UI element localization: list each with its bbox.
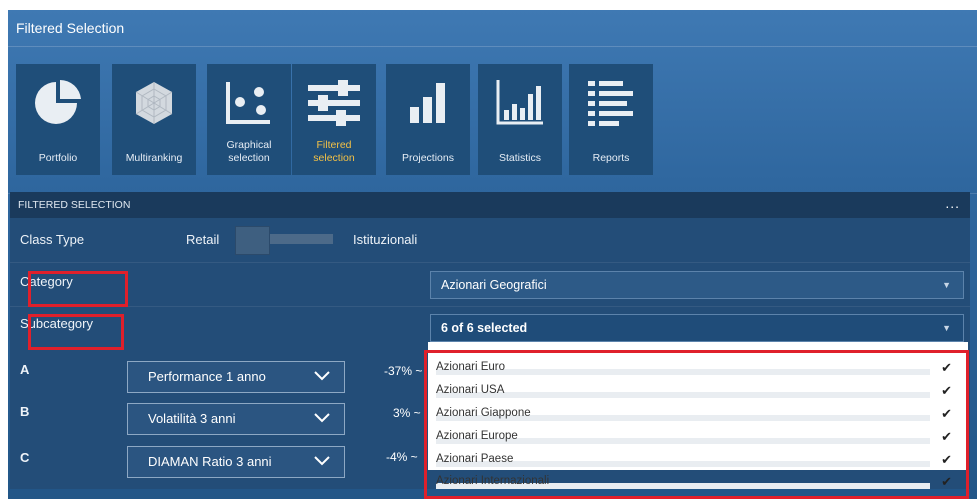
metric-letter: C: [20, 450, 30, 465]
tile-label: Graphical selection: [226, 139, 272, 164]
tile-filtered-selection[interactable]: Filtered selection: [292, 64, 376, 175]
subcategory-select[interactable]: 6 of 6 selected ▼: [430, 314, 964, 342]
metric-name: Performance 1 anno: [148, 369, 266, 384]
metric-select-b[interactable]: Volatilità 3 anni: [127, 403, 345, 435]
chevron-down-icon: [314, 456, 330, 466]
tile-label: Portfolio: [38, 152, 78, 164]
tile-reports[interactable]: Reports: [569, 64, 653, 175]
tile-label: Statistics: [498, 152, 541, 164]
tile-statistics[interactable]: Statistics: [478, 64, 562, 175]
divider: [8, 46, 977, 47]
category-value: Azionari Geografici: [441, 278, 547, 292]
tile-label: Projections: [402, 152, 454, 164]
tile-projections[interactable]: Projections: [386, 64, 470, 175]
list-icon: [569, 72, 653, 134]
radar-chart-icon: [112, 72, 196, 134]
metric-letter: A: [20, 362, 30, 377]
pie-chart-icon: [16, 72, 100, 134]
class-type-label: Class Type: [20, 232, 85, 247]
chevron-down-icon: [314, 413, 330, 423]
metric-select-c[interactable]: DIAMAN Ratio 3 anni: [127, 446, 345, 478]
caret-down-icon: ▼: [942, 323, 951, 333]
chevron-down-icon: [314, 371, 330, 381]
app-title: Filtered Selection: [16, 20, 125, 36]
panel-header: FILTERED SELECTION ...: [10, 192, 970, 218]
tile-label: Filtered selection: [313, 139, 355, 164]
istituzionali-label: Istituzionali: [353, 232, 418, 247]
category-highlight-box: [28, 271, 128, 307]
metric-range: -4% ~: [386, 450, 418, 464]
metric-select-a[interactable]: Performance 1 anno: [127, 361, 345, 393]
subcategory-value: 6 of 6 selected: [441, 321, 528, 335]
divider: [10, 262, 970, 263]
toggle-thumb[interactable]: [235, 226, 270, 255]
caret-down-icon: ▼: [942, 280, 951, 290]
more-options-icon[interactable]: ...: [945, 192, 960, 214]
sliders-icon: [292, 72, 376, 134]
category-select[interactable]: Azionari Geografici ▼: [430, 271, 964, 299]
tile-label: Multiranking: [125, 152, 183, 164]
panel-title: FILTERED SELECTION: [18, 199, 131, 211]
tile-multiranking[interactable]: Multiranking: [112, 64, 196, 175]
metric-range: 3% ~: [393, 406, 421, 420]
subcategory-highlight-box: [28, 314, 124, 350]
bar-chart-icon: [386, 72, 470, 134]
metric-range: -37% ~: [384, 364, 423, 378]
retail-label: Retail: [186, 232, 220, 247]
tile-graphical-selection[interactable]: Graphical selection: [207, 64, 291, 175]
metric-name: Volatilità 3 anni: [148, 411, 236, 426]
tile-label: Reports: [592, 152, 630, 164]
tile-portfolio[interactable]: Portfolio: [16, 64, 100, 175]
metric-letter: B: [20, 404, 30, 419]
histogram-icon: [478, 72, 562, 134]
scatter-plot-icon: [207, 72, 291, 134]
metric-name: DIAMAN Ratio 3 anni: [148, 454, 272, 469]
dropdown-highlight-box: [424, 350, 969, 499]
divider: [10, 306, 970, 307]
